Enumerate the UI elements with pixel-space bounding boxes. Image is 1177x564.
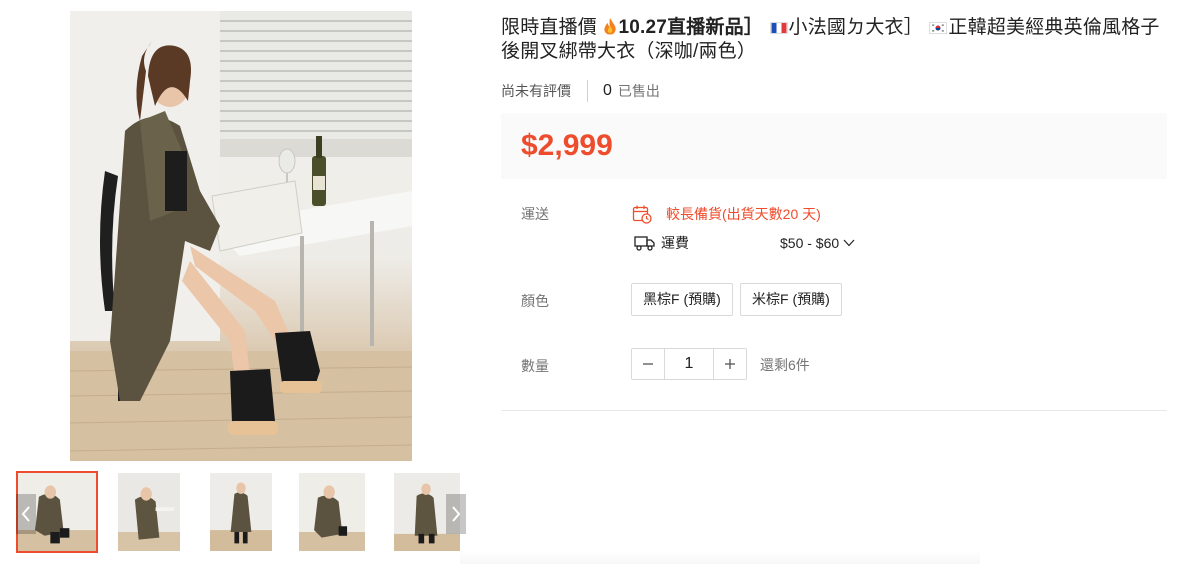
section-divider (501, 410, 1167, 411)
quantity-stepper (631, 348, 747, 380)
main-product-image[interactable] (70, 11, 412, 461)
product-price: $2,999 (521, 129, 613, 162)
delivery-truck-icon (634, 236, 655, 251)
product-meta: 尚未有評價 0 已售出 (501, 80, 660, 102)
product-gallery (0, 0, 480, 564)
title-part-2: 10.27直播新品］ (618, 17, 764, 38)
fire-icon (603, 18, 616, 35)
shipping-note-text: 較長備貨(出貨天數20 天) (666, 206, 821, 222)
product-info-panel: 限時直播價 10.27直播新品］ 小法國ㄉ大衣］ 正韓超美經典英倫風格子後開叉綁… (501, 0, 1167, 564)
thumbnail-next-button[interactable] (446, 494, 466, 534)
minus-icon (643, 363, 653, 365)
quantity-label: 數量 (521, 358, 549, 374)
chevron-left-icon (21, 506, 30, 522)
calendar-clock-icon (632, 205, 652, 224)
shipping-fee-label: 運費 (661, 235, 689, 251)
quantity-decrease-button[interactable] (632, 349, 664, 379)
rating-status[interactable]: 尚未有評價 (501, 80, 588, 102)
color-option-black-brown[interactable]: 黑棕F (預購) (631, 283, 733, 316)
thumbnail-2[interactable] (116, 471, 182, 553)
color-option-beige-brown[interactable]: 米棕F (預購) (740, 283, 842, 316)
title-part-3: 小法國ㄉ大衣］ (788, 17, 923, 38)
price-box: $2,999 (501, 113, 1167, 179)
quantity-increase-button[interactable] (714, 349, 746, 379)
title-part-1: 限時直播價 (501, 17, 598, 38)
shipping-fee-value: $50 - $60 (780, 235, 840, 251)
sold-label: 已售出 (617, 83, 660, 99)
thumbnail-prev-button[interactable] (16, 494, 36, 534)
shipping-label: 運送 (521, 206, 549, 222)
sold-count: 0 (603, 82, 612, 99)
plus-icon (725, 359, 735, 369)
france-flag-icon (769, 22, 788, 34)
thumbnail-3[interactable] (208, 471, 274, 553)
color-label: 顏色 (521, 293, 549, 309)
shipping-fee-dropdown[interactable]: $50 - $60 (780, 235, 855, 251)
thumbnail-4[interactable] (297, 471, 367, 553)
chevron-right-icon (452, 506, 461, 522)
thumbnail-strip (16, 471, 466, 553)
shipping-fee-row: 運費 $50 - $60 (634, 233, 855, 253)
product-title: 限時直播價 10.27直播新品］ 小法國ㄉ大衣］ 正韓超美經典英倫風格子後開叉綁… (501, 16, 1167, 64)
shipping-preorder-note: 較長備貨(出貨天數20 天) (632, 204, 821, 224)
korea-flag-icon (929, 22, 948, 34)
quantity-input[interactable] (664, 349, 714, 379)
bottom-shadow (460, 550, 980, 564)
stock-remaining: 還剩6件 (760, 357, 810, 373)
chevron-down-icon (843, 239, 855, 247)
